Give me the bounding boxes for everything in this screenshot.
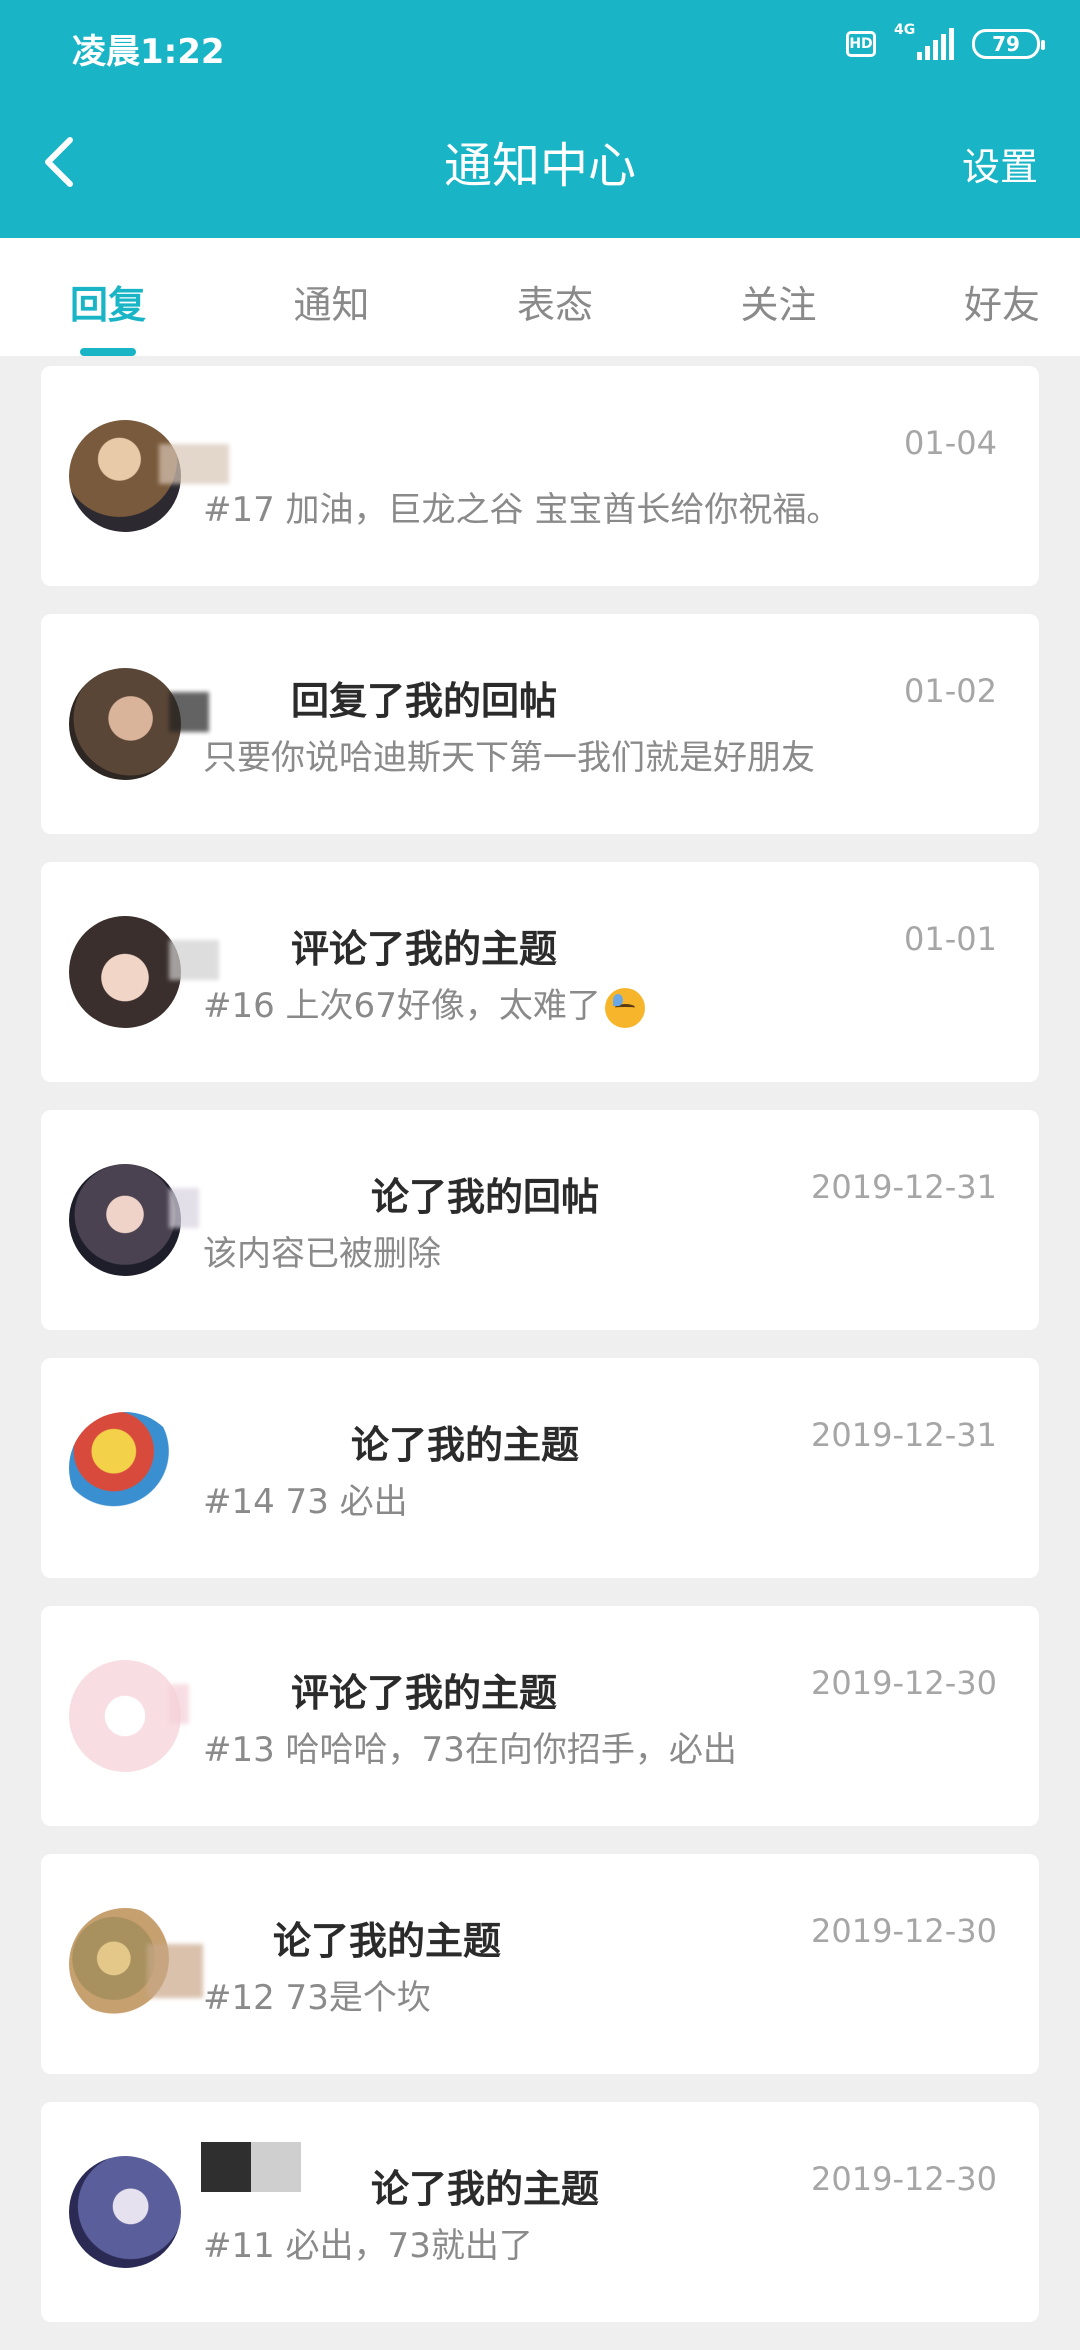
content-text: #11 必出，73就出了 [203,2226,533,2266]
tab-follow[interactable]: 关注 [740,238,816,356]
avatar [69,2156,181,2268]
content-text: #13 哈哈哈，73在向你招手，必出 [203,1730,737,1770]
date: 2019-12-30 [811,2160,997,2198]
action-text: 评论了我的主题 [291,1671,558,1715]
action-text: 论了我的主题 [273,1919,502,1963]
tab-reaction[interactable]: 表态 [517,238,593,356]
date: 2019-12-31 [811,1168,997,1206]
status-time: 凌晨1:22 [72,32,225,72]
notification-list: 01-04 #17 加油，巨龙之谷 宝宝酋长给你祝福。 回复了我的回帖 01-0… [41,366,1039,2350]
top-bar: 凌晨1:22 HD 4G 79 通知中心 设置 [0,0,1080,238]
hd-icon: HD [846,31,876,57]
content-text-value: #16 上次67好像，太难了 [203,986,601,1026]
tab-reply[interactable]: 回复 [70,238,146,356]
list-item[interactable]: 论了我的主题 2019-12-30 #11 必出，73就出了 [41,2102,1039,2322]
action-text: 评论了我的主题 [291,927,558,971]
list-item[interactable]: 论了我的主题 2019-12-30 #12 73是个坎 [41,1854,1039,2074]
list-item[interactable]: 评论了我的主题 01-01 #16 上次67好像，太难了 [41,862,1039,1082]
action-text: 论了我的主题 [351,1423,580,1467]
date: 2019-12-31 [811,1416,997,1454]
tab-bar: 回复 通知 表态 关注 好友 [0,238,1080,356]
content-text: 该内容已被删除 [203,1234,441,1274]
avatar [69,916,181,1028]
content-text: #17 加油，巨龙之谷 宝宝酋长给你祝福。 [203,490,841,530]
signal-icon: 4G [894,22,954,62]
battery-level: 79 [992,32,1020,56]
date: 01-01 [904,920,997,958]
avatar [69,1164,181,1276]
date: 01-02 [904,672,997,710]
tab-friends[interactable]: 好友 [964,238,1040,356]
date: 2019-12-30 [811,1664,997,1702]
tab-notification[interactable]: 通知 [293,238,369,356]
content-text: 只要你说哈迪斯天下第一我们就是好朋友 [203,738,815,778]
content-text: #16 上次67好像，太难了 [203,978,645,1028]
battery-icon: 79 [972,29,1045,59]
avatar [69,1412,181,1524]
sad-emoji-icon [604,987,645,1028]
date: 01-04 [904,424,997,462]
network-type: 4G [894,22,916,38]
action-text: 论了我的主题 [371,2167,600,2211]
date: 2019-12-30 [811,1912,997,1950]
action-text: 论了我的回帖 [371,1175,600,1219]
content-text: #12 73是个坎 [203,1978,431,2018]
avatar [69,668,181,780]
page-title: 通知中心 [443,138,636,194]
list-item[interactable]: 评论了我的主题 2019-12-30 #13 哈哈哈，73在向你招手，必出 [41,1606,1039,1826]
content-text: #14 73 必出 [203,1482,408,1522]
settings-button[interactable]: 设置 [962,136,1038,191]
list-item[interactable]: 01-04 #17 加油，巨龙之谷 宝宝酋长给你祝福。 [41,366,1039,586]
list-item[interactable]: 回复了我的回帖 01-02 只要你说哈迪斯天下第一我们就是好朋友 [41,614,1039,834]
avatar [69,1660,181,1772]
list-item[interactable]: 论了我的主题 2019-12-31 #14 73 必出 [41,1358,1039,1578]
status-icons: HD 4G 79 [846,22,1045,62]
action-text: 回复了我的回帖 [291,679,558,723]
list-item[interactable]: 论了我的回帖 2019-12-31 该内容已被删除 [41,1110,1039,1330]
